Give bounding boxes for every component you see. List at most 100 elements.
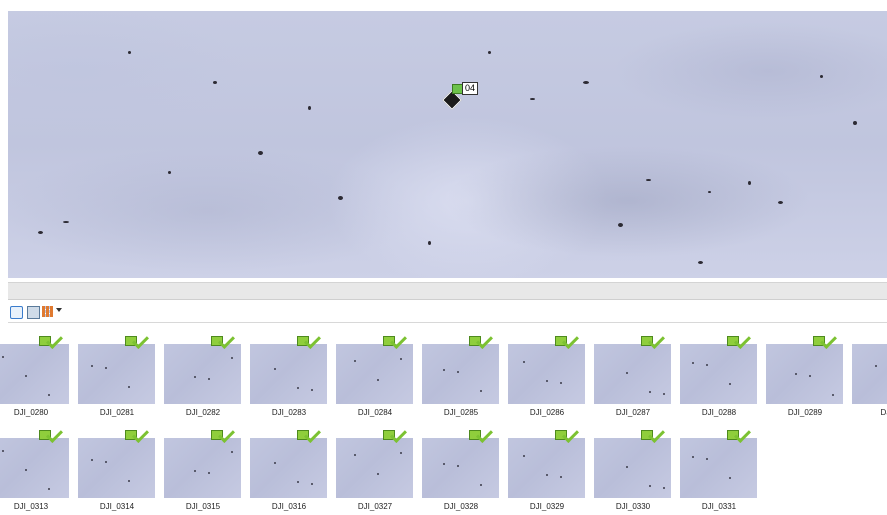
thumbnail-caption: DJI_0315 [185, 502, 221, 511]
thumbnail-speck [875, 365, 877, 367]
thumbnail-toolbar [8, 302, 887, 323]
thumbnail-image[interactable] [680, 426, 757, 498]
thumbnail-speck [729, 477, 731, 479]
dropdown-arrow-icon[interactable] [56, 308, 62, 312]
thumbnail-speck [706, 458, 708, 460]
thumbnail-image[interactable] [680, 332, 757, 404]
thumbnail-speck [729, 383, 731, 385]
image-speck [748, 181, 751, 185]
thumbnail-speck [25, 469, 27, 471]
gcp-marker[interactable]: 04 [442, 82, 482, 127]
thumbnail-speck [649, 391, 651, 393]
thumbnail-preview [336, 344, 413, 404]
thumbnail-speck [311, 483, 313, 485]
thumbnail-image[interactable] [250, 332, 327, 404]
thumbnail-speck [560, 382, 562, 384]
gallery-icon[interactable] [27, 306, 40, 319]
thumbnail-caption: DJI_0316 [271, 502, 307, 511]
thumbnail-image[interactable] [422, 332, 499, 404]
thumbnail-image[interactable] [508, 426, 585, 498]
thumbnail-preview [164, 438, 241, 498]
thumbnail-caption: DJI_0281 [99, 408, 135, 417]
thumbnail-image[interactable] [164, 332, 241, 404]
image-speck [583, 81, 589, 84]
thumbnail-image[interactable] [508, 332, 585, 404]
image-speck [488, 51, 491, 54]
checkmark-icon [132, 332, 149, 349]
thumbnail-speck [649, 485, 651, 487]
image-speck [530, 98, 535, 100]
thumbnail-caption: DJI_0280 [13, 408, 49, 417]
thumbnail-image[interactable] [852, 344, 887, 404]
thumbnail-speck [128, 386, 130, 388]
image-speck [618, 223, 623, 227]
thumbnail-speck [692, 362, 694, 364]
thumbnail-image[interactable] [164, 426, 241, 498]
image-speck [428, 241, 431, 245]
thumbnail-image[interactable] [250, 426, 327, 498]
checkmark-icon [562, 332, 579, 349]
refresh-icon[interactable] [10, 306, 23, 319]
image-viewer[interactable]: 04 [8, 11, 887, 278]
thumbnail-caption: DJI_0327 [357, 502, 393, 511]
thumbnail-speck [480, 484, 482, 486]
checkmark-icon [820, 332, 837, 349]
thumbnail-caption: DJI_0328 [443, 502, 479, 511]
verified-status [39, 332, 67, 349]
thumbnail-speck [231, 451, 233, 453]
panel-divider[interactable] [8, 282, 887, 300]
thumbnail-speck [400, 358, 402, 360]
thumbnail-speck [546, 380, 548, 382]
thumbnail-caption: DJI_0330 [615, 502, 651, 511]
thumbnail-image[interactable] [594, 332, 671, 404]
thumbnail-speck [91, 459, 93, 461]
thumbnail-speck [274, 462, 276, 464]
thumbnail-speck [25, 375, 27, 377]
thumbnail-image[interactable] [0, 426, 69, 498]
thumbnail-speck [297, 387, 299, 389]
thumbnail-preview [594, 438, 671, 498]
checkmark-icon [304, 332, 321, 349]
thumbnail-image[interactable] [0, 332, 69, 404]
checkmark-icon [648, 332, 665, 349]
thumbnail-image[interactable] [336, 332, 413, 404]
thumbnail-caption: DJI_0286 [529, 408, 565, 417]
thumbnail-speck [297, 481, 299, 483]
thumbnail-caption: DJI_0314 [99, 502, 135, 511]
image-speck [38, 231, 43, 234]
thumbnail-preview [594, 344, 671, 404]
thumbnail-speck [194, 376, 196, 378]
thumbnail-preview [680, 344, 757, 404]
checkmark-icon [476, 426, 493, 443]
thumbnail-image[interactable] [594, 426, 671, 498]
thumbnail-speck [663, 487, 665, 489]
thumbnail-speck [443, 463, 445, 465]
grid-view-icon[interactable] [42, 306, 53, 317]
image-speck [853, 121, 857, 125]
thumbnail-speck [809, 375, 811, 377]
gcp-label: 04 [462, 82, 479, 95]
thumbnail-caption: DJI_0283 [271, 408, 307, 417]
verified-status [383, 426, 411, 443]
thumbnail-speck [546, 474, 548, 476]
thumbnail-speck [354, 454, 356, 456]
checkmark-icon [218, 332, 235, 349]
thumbnail-speck [400, 452, 402, 454]
thumbnail-speck [523, 455, 525, 457]
thumbnail-speck [795, 373, 797, 375]
thumbnail-image[interactable] [766, 332, 843, 404]
thumbnail-speck [194, 470, 196, 472]
thumbnail-speck [832, 394, 834, 396]
thumbnail-image[interactable] [336, 426, 413, 498]
thumbnail-preview [680, 438, 757, 498]
thumbnail-image[interactable] [78, 426, 155, 498]
thumbnail-speck [663, 393, 665, 395]
checkmark-icon [132, 426, 149, 443]
thumbnail-speck [2, 356, 4, 358]
thumbnail-speck [128, 480, 130, 482]
checkmark-icon [390, 332, 407, 349]
thumbnail-image[interactable] [422, 426, 499, 498]
thumbnail-speck [457, 465, 459, 467]
verified-status [727, 426, 755, 443]
thumbnail-image[interactable] [78, 332, 155, 404]
